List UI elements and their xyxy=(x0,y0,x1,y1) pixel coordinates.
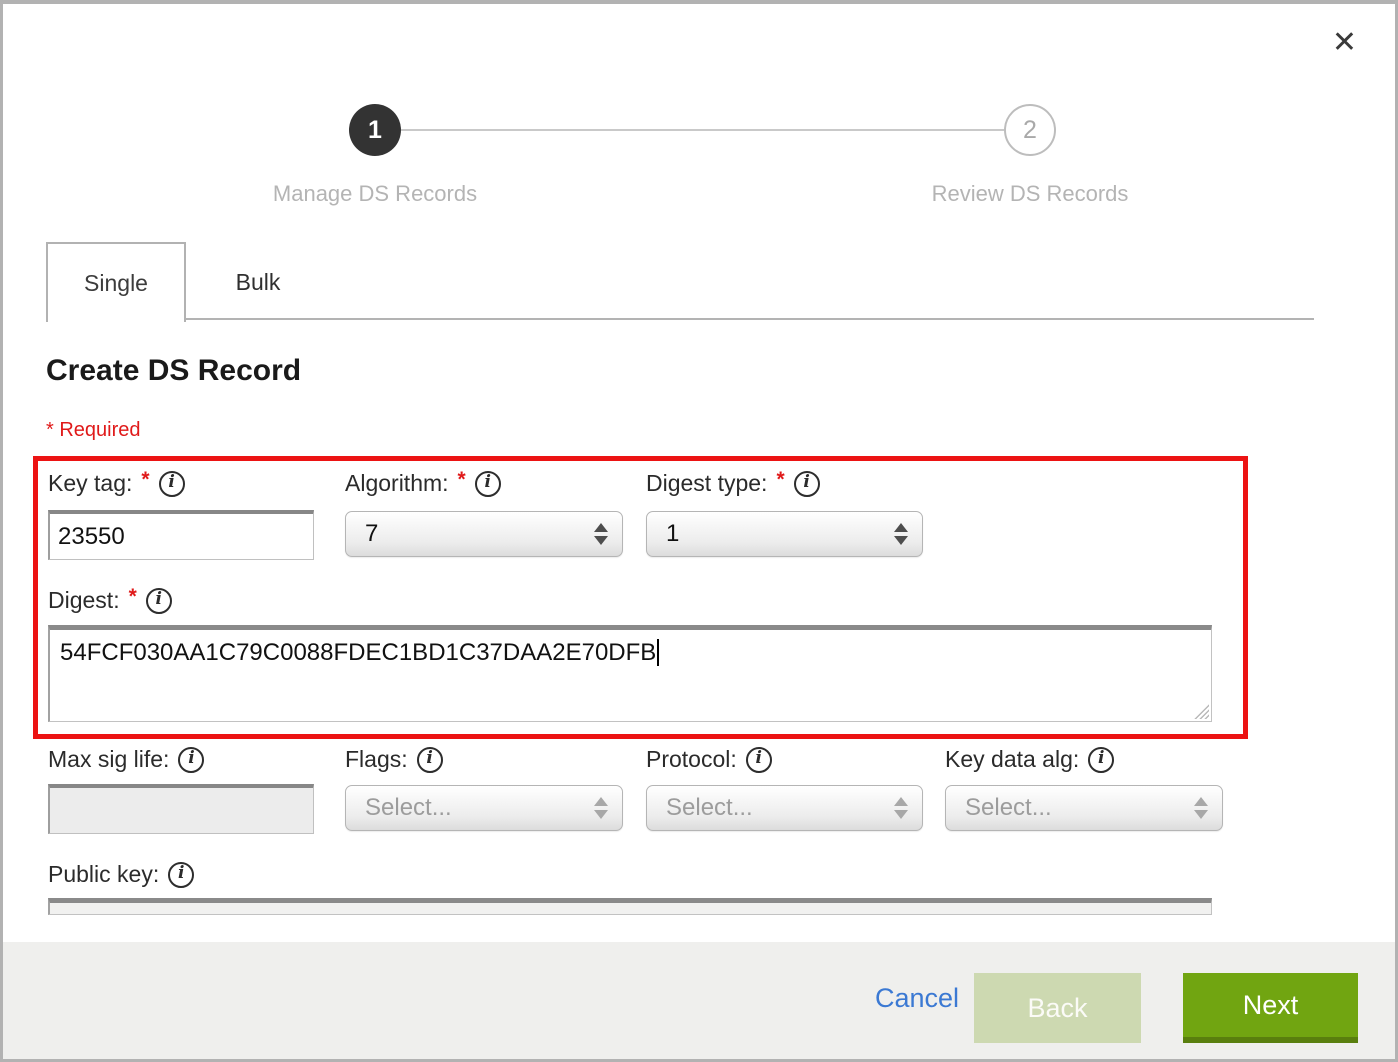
digest-type-select[interactable]: 1 xyxy=(646,511,923,557)
info-icon[interactable]: i xyxy=(417,747,443,773)
algorithm-label-text: Algorithm: xyxy=(345,470,449,497)
select-arrows-icon xyxy=(894,523,908,545)
digest-type-label-text: Digest type: xyxy=(646,470,767,497)
key-data-alg-label-text: Key data alg: xyxy=(945,746,1079,773)
tab-single[interactable]: Single xyxy=(46,242,186,322)
digest-label-text: Digest: xyxy=(48,587,120,614)
back-button: Back xyxy=(974,973,1141,1043)
page-title: Create DS Record xyxy=(46,354,301,388)
step-2-circle: 2 xyxy=(1004,104,1056,156)
required-asterisk: * xyxy=(129,585,137,609)
dialog-footer: Cancel Back Next xyxy=(3,942,1395,1059)
algorithm-select-value: 7 xyxy=(365,520,594,548)
select-arrows-icon xyxy=(894,797,908,819)
digest-textarea[interactable]: 54FCF030AA1C79C0088FDEC1BD1C37DAA2E70DFB xyxy=(48,625,1212,722)
info-icon-glyph: i xyxy=(188,750,194,767)
select-arrows-icon xyxy=(1194,797,1208,819)
info-icon-glyph: i xyxy=(178,865,184,882)
digest-value: 54FCF030AA1C79C0088FDEC1BD1C37DAA2E70DFB xyxy=(60,639,656,666)
info-icon-glyph: i xyxy=(1098,750,1104,767)
select-arrows-icon xyxy=(594,797,608,819)
max-sig-life-label: Max sig life: i xyxy=(48,746,204,773)
close-icon[interactable]: ✕ xyxy=(1332,28,1357,58)
cancel-button[interactable]: Cancel xyxy=(875,983,959,1014)
key-tag-input[interactable] xyxy=(48,510,314,560)
text-cursor xyxy=(657,639,659,666)
flags-select-value: Select... xyxy=(365,794,594,822)
create-ds-record-dialog: ✕ 1 2 Manage DS Records Review DS Record… xyxy=(0,0,1398,1062)
info-icon-glyph: i xyxy=(485,474,491,491)
protocol-label: Protocol: i xyxy=(646,746,772,773)
step-2-label: Review DS Records xyxy=(880,181,1180,207)
info-icon[interactable]: i xyxy=(794,471,820,497)
key-data-alg-select[interactable]: Select... xyxy=(945,785,1223,831)
public-key-label: Public key: i xyxy=(48,861,194,888)
max-sig-life-input xyxy=(48,784,314,834)
required-note: * Required xyxy=(46,419,141,442)
info-icon-glyph: i xyxy=(803,474,809,491)
next-button[interactable]: Next xyxy=(1183,973,1358,1043)
info-icon-glyph: i xyxy=(426,750,432,767)
key-tag-label-text: Key tag: xyxy=(48,470,132,497)
flags-label-text: Flags: xyxy=(345,746,408,773)
required-asterisk: * xyxy=(458,468,466,492)
info-icon-glyph: i xyxy=(168,474,174,491)
public-key-label-text: Public key: xyxy=(48,861,159,888)
info-icon[interactable]: i xyxy=(746,747,772,773)
info-icon[interactable]: i xyxy=(146,588,172,614)
tab-bulk[interactable]: Bulk xyxy=(186,242,330,322)
info-icon-glyph: i xyxy=(756,750,762,767)
info-icon[interactable]: i xyxy=(1088,747,1114,773)
info-icon[interactable]: i xyxy=(168,862,194,888)
info-icon-glyph: i xyxy=(156,591,162,608)
flags-label: Flags: i xyxy=(345,746,443,773)
digest-type-label: Digest type: * i xyxy=(646,470,820,497)
select-arrows-icon xyxy=(594,523,608,545)
tab-bar: Single Bulk xyxy=(46,242,1314,320)
required-asterisk: * xyxy=(141,468,149,492)
digest-type-select-value: 1 xyxy=(666,520,894,548)
stepper-connector xyxy=(398,129,1004,131)
flags-select[interactable]: Select... xyxy=(345,785,623,831)
algorithm-label: Algorithm: * i xyxy=(345,470,501,497)
info-icon[interactable]: i xyxy=(178,747,204,773)
required-asterisk: * xyxy=(776,468,784,492)
protocol-select[interactable]: Select... xyxy=(646,785,923,831)
key-tag-label: Key tag: * i xyxy=(48,470,185,497)
max-sig-life-label-text: Max sig life: xyxy=(48,746,169,773)
resize-handle[interactable] xyxy=(1194,704,1209,719)
step-1-label: Manage DS Records xyxy=(225,181,525,207)
info-icon[interactable]: i xyxy=(159,471,185,497)
key-data-alg-select-value: Select... xyxy=(965,794,1194,822)
step-1-circle: 1 xyxy=(349,104,401,156)
key-data-alg-label: Key data alg: i xyxy=(945,746,1114,773)
info-icon[interactable]: i xyxy=(475,471,501,497)
protocol-label-text: Protocol: xyxy=(646,746,737,773)
digest-label: Digest: * i xyxy=(48,587,172,614)
public-key-textarea xyxy=(48,898,1212,915)
algorithm-select[interactable]: 7 xyxy=(345,511,623,557)
protocol-select-value: Select... xyxy=(666,794,894,822)
